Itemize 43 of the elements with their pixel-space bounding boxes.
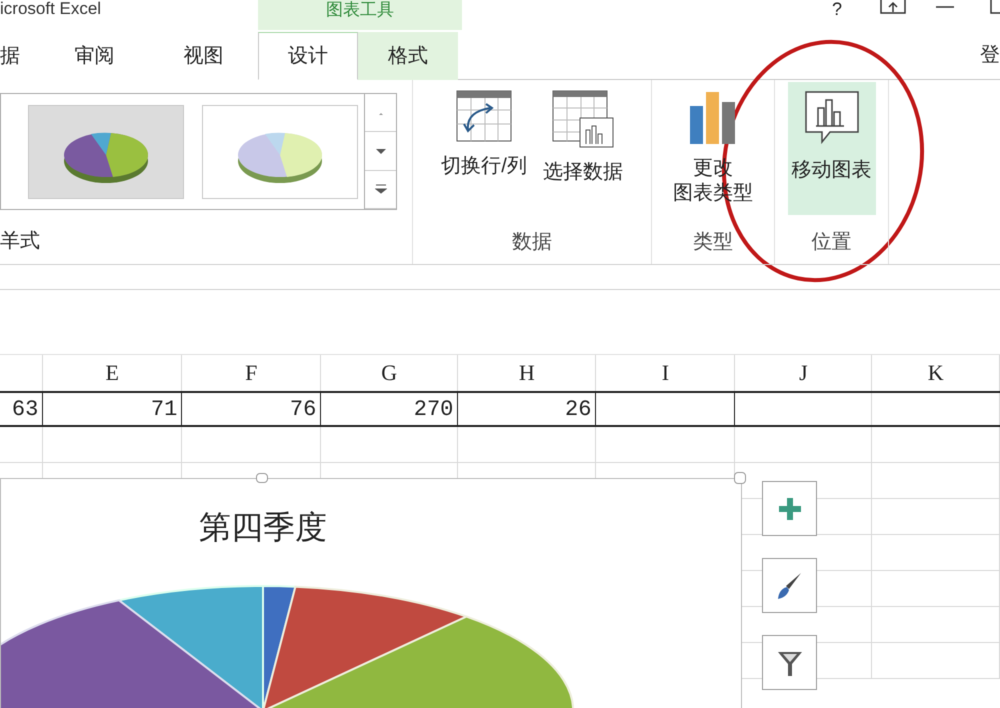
ribbon-tab[interactable]: 设计 — [258, 32, 358, 80]
ribbon-button[interactable]: 切换行/列 — [437, 82, 531, 215]
resize-handle[interactable] — [256, 473, 268, 483]
group-label: 羊式 — [0, 229, 41, 254]
table-cell-text: 26 — [565, 396, 592, 424]
table-cell-text: 76 — [290, 396, 316, 424]
expand-icon — [374, 184, 386, 194]
chart-elements-button[interactable] — [762, 481, 817, 536]
table-cell-text: 71 — [150, 396, 178, 424]
chart-filter-button[interactable] — [762, 635, 817, 690]
group-label: 数据 — [512, 230, 552, 255]
sign-in-link[interactable]: 登 — [980, 40, 1000, 70]
chart-title: 第四季度 — [199, 508, 327, 547]
column-header[interactable]: E — [105, 356, 119, 389]
table-cell-text: 63 — [12, 396, 38, 424]
column-header[interactable]: J — [799, 356, 808, 389]
table-swap-icon — [456, 90, 512, 142]
chart-tools-label: 图表工具 — [258, 0, 462, 30]
maximize-icon[interactable] — [990, 0, 1000, 14]
ribbon-button[interactable]: 选择数据 — [538, 82, 627, 215]
plus-icon — [778, 496, 802, 520]
paintbrush-icon — [776, 570, 802, 600]
ribbon-display-icon[interactable] — [880, 0, 906, 14]
table-cell-text: 270 — [414, 396, 454, 424]
group-label: 位置 — [812, 230, 852, 255]
column-header[interactable]: F — [245, 356, 258, 389]
window-title: icrosoft Excel — [0, 0, 102, 18]
chart-style-thumbnail[interactable] — [202, 104, 358, 198]
column-header[interactable]: I — [662, 356, 670, 389]
group-label: 类型 — [693, 230, 733, 255]
column-header[interactable]: K — [928, 356, 944, 389]
resize-handle[interactable] — [734, 472, 746, 484]
column-header[interactable]: H — [518, 356, 535, 389]
ribbon-tab[interactable]: 格式 — [358, 32, 458, 80]
column-header[interactable]: G — [381, 356, 398, 389]
chart-style-thumbnail[interactable] — [28, 104, 184, 198]
table-chart-icon — [552, 90, 614, 148]
chart-area[interactable]: 第四季度 — [0, 478, 742, 708]
help-button[interactable]: ? — [832, 0, 842, 18]
chart-styles-button[interactable] — [762, 558, 817, 613]
bar-chart-icon — [688, 90, 738, 144]
ribbon-button[interactable]: 移动图表 — [788, 82, 876, 215]
move-chart-icon — [804, 90, 860, 146]
